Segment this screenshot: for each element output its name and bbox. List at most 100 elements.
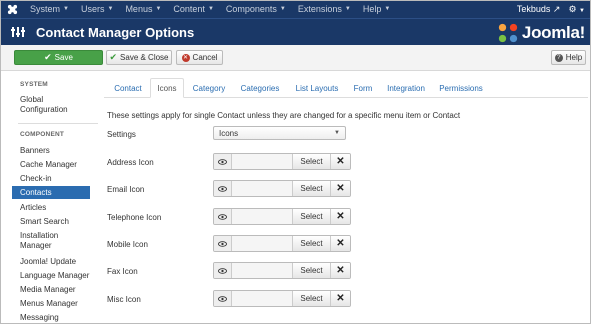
tab-description: These settings apply for single Contact … xyxy=(107,111,461,120)
menu-users[interactable]: Users ▼ xyxy=(75,4,119,14)
clear-icon[interactable]: ✕ xyxy=(331,236,350,251)
fax-icon-media-field: Select ✕ xyxy=(213,262,351,279)
telephone-icon-path-input[interactable] xyxy=(232,209,293,224)
email-icon-path-input[interactable] xyxy=(232,181,293,196)
help-button[interactable]: ? Help xyxy=(551,50,586,65)
tab-integration[interactable]: Integration xyxy=(383,78,429,98)
cancel-button[interactable]: ✕ Cancel xyxy=(176,50,223,65)
tab-list-layouts[interactable]: List Layouts xyxy=(290,78,344,98)
sidebar-item-installation-manager[interactable]: Installation Manager xyxy=(20,231,98,251)
caret-down-icon: ▼ xyxy=(107,6,114,12)
mobile-icon-select-button[interactable]: Select xyxy=(293,236,331,251)
fax-icon-label: Fax Icon xyxy=(107,267,138,276)
gear-icon: ⚙ xyxy=(568,3,577,14)
sidebar-item-global-configuration[interactable]: Global Configuration xyxy=(20,95,98,115)
page-title: Contact Manager Options xyxy=(36,24,195,40)
fax-icon-path-input[interactable] xyxy=(232,263,293,278)
address-icon-path-input[interactable] xyxy=(232,154,293,169)
brand-wordmark: Joomla! xyxy=(521,23,585,42)
menu-menus[interactable]: Menus ▼ xyxy=(119,4,167,14)
sidebar-item-contacts[interactable]: Contacts xyxy=(12,186,90,199)
sidebar-item-banners[interactable]: Banners xyxy=(20,146,98,156)
telephone-icon-media-field: Select ✕ xyxy=(213,208,351,225)
user-gear-menu[interactable]: ⚙ ▼ xyxy=(568,4,585,15)
eye-icon[interactable] xyxy=(214,209,232,224)
telephone-icon-label: Telephone Icon xyxy=(107,213,162,222)
menu-components[interactable]: Components ▼ xyxy=(220,4,292,14)
email-icon-label: Email Icon xyxy=(107,185,145,194)
misc-icon-media-field: Select ✕ xyxy=(213,290,351,307)
sidebar-item-messaging[interactable]: Messaging xyxy=(20,313,98,323)
sidebar-item-articles[interactable]: Articles xyxy=(20,203,98,213)
clear-icon[interactable]: ✕ xyxy=(331,154,350,169)
sidebar-item-smart-search[interactable]: Smart Search xyxy=(20,217,98,227)
site-link[interactable]: Tekbuds ↗ xyxy=(517,4,561,15)
caret-down-icon: ▼ xyxy=(344,6,351,12)
address-icon-select-button[interactable]: Select xyxy=(293,154,331,169)
check-icon: ✔ xyxy=(44,52,52,62)
caret-down-icon: ▼ xyxy=(279,6,286,12)
clear-icon[interactable]: ✕ xyxy=(331,291,350,306)
caret-down-icon: ▼ xyxy=(579,7,585,14)
tab-icons[interactable]: Icons xyxy=(150,78,184,98)
caret-down-icon: ▼ xyxy=(155,6,162,12)
page-header: Contact Manager Options Joomla! xyxy=(0,18,591,45)
menu-content[interactable]: Content ▼ xyxy=(167,4,219,14)
external-link-icon: ↗ xyxy=(552,3,561,14)
sidebar-item-joomla-update[interactable]: Joomla! Update xyxy=(20,257,98,267)
menu-system[interactable]: System ▼ xyxy=(24,4,75,14)
check-icon: ✔ xyxy=(109,52,118,62)
eye-icon[interactable] xyxy=(214,291,232,306)
settings-select[interactable]: Icons ▼ xyxy=(213,126,346,140)
address-icon-label: Address Icon xyxy=(107,158,154,167)
eye-icon[interactable] xyxy=(214,154,232,169)
mobile-icon-label: Mobile Icon xyxy=(107,240,148,249)
options-icon xyxy=(10,25,26,39)
address-icon-media-field: Select ✕ xyxy=(213,153,351,170)
topnav-right: Tekbuds ↗ ⚙ ▼ xyxy=(517,0,585,18)
eye-icon[interactable] xyxy=(214,263,232,278)
sidebar-heading-component: COMPONENT xyxy=(20,131,65,138)
tab-permissions[interactable]: Permissions xyxy=(436,78,486,98)
tab-category[interactable]: Category xyxy=(188,78,230,98)
eye-icon[interactable] xyxy=(214,236,232,251)
top-navbar: System ▼ Users ▼ Menus ▼ Content ▼ Component… xyxy=(0,0,591,18)
misc-icon-path-input[interactable] xyxy=(232,291,293,306)
menu-help[interactable]: Help ▼ xyxy=(357,4,396,14)
tab-contact[interactable]: Contact xyxy=(109,78,147,98)
tab-categories[interactable]: Categories xyxy=(235,78,285,98)
telephone-icon-select-button[interactable]: Select xyxy=(293,209,331,224)
mobile-icon-path-input[interactable] xyxy=(232,236,293,251)
misc-icon-select-button[interactable]: Select xyxy=(293,291,331,306)
email-icon-select-button[interactable]: Select xyxy=(293,181,331,196)
chevron-down-icon: ▼ xyxy=(334,130,340,136)
caret-down-icon: ▼ xyxy=(384,6,391,12)
sidebar-item-media-manager[interactable]: Media Manager xyxy=(20,285,98,295)
sidebar-divider xyxy=(18,123,98,124)
fax-icon-select-button[interactable]: Select xyxy=(293,263,331,278)
help-icon: ? xyxy=(554,53,563,62)
eye-icon[interactable] xyxy=(214,181,232,196)
email-icon-media-field: Select ✕ xyxy=(213,180,351,197)
clear-icon[interactable]: ✕ xyxy=(331,209,350,224)
mobile-icon-media-field: Select ✕ xyxy=(213,235,351,252)
joomla-brand-logo: Joomla! xyxy=(497,22,585,44)
joomla-small-logo-icon xyxy=(7,4,17,14)
clear-icon[interactable]: ✕ xyxy=(331,263,350,278)
sidebar-item-check-in[interactable]: Check-in xyxy=(20,174,98,184)
tab-form[interactable]: Form xyxy=(349,78,377,98)
save-close-button[interactable]: ✔ Save & Close xyxy=(106,50,172,65)
save-button[interactable]: ✔ Save xyxy=(14,50,103,65)
sidebar-item-language-manager[interactable]: Language Manager xyxy=(20,271,98,281)
cancel-icon: ✕ xyxy=(181,53,190,62)
caret-down-icon: ▼ xyxy=(207,6,214,12)
sidebar-item-cache-manager[interactable]: Cache Manager xyxy=(20,160,98,170)
misc-icon-label: Misc Icon xyxy=(107,295,141,304)
sidebar-item-menus-manager[interactable]: Menus Manager xyxy=(20,299,98,309)
joomla-menu-icon[interactable] xyxy=(0,0,24,18)
clear-icon[interactable]: ✕ xyxy=(331,181,350,196)
caret-down-icon: ▼ xyxy=(63,6,69,12)
joomla-logo-icon xyxy=(498,23,518,43)
menu-extensions[interactable]: Extensions ▼ xyxy=(292,4,357,14)
sidebar-heading-system: SYSTEM xyxy=(20,81,48,88)
